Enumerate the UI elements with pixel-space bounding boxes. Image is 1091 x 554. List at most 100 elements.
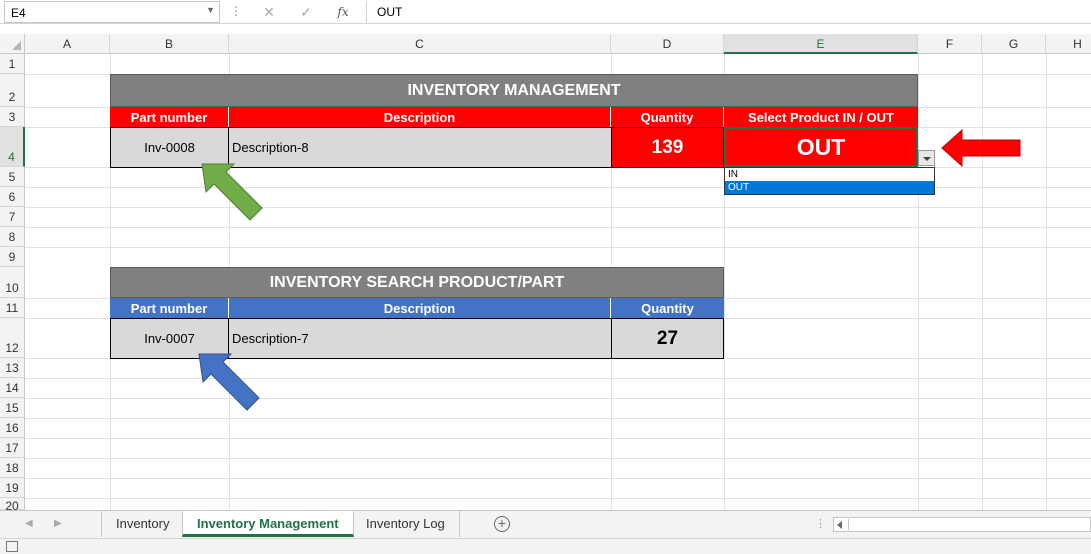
- scrollbar-thumb[interactable]: [848, 519, 1088, 530]
- row-number: 14: [5, 381, 19, 395]
- management-title[interactable]: INVENTORY MANAGEMENT: [110, 74, 918, 107]
- search-quantity-cell[interactable]: 27: [611, 318, 724, 359]
- name-box[interactable]: E4 ▼: [4, 1, 220, 23]
- management-header-quantity[interactable]: Quantity: [611, 107, 724, 127]
- tab-split-grip-icon[interactable]: ⋮: [815, 517, 826, 530]
- row-number: 9: [8, 250, 16, 264]
- column-header-b[interactable]: B: [110, 34, 229, 54]
- row-number: 16: [5, 421, 19, 435]
- column-header-a[interactable]: A: [25, 34, 110, 54]
- row-number: 8: [8, 230, 16, 244]
- row-header-8[interactable]: 8: [0, 227, 25, 247]
- column-header-c[interactable]: C: [229, 34, 611, 54]
- dropdown-option-in[interactable]: IN: [725, 168, 934, 181]
- column-header-h[interactable]: H: [1046, 34, 1091, 54]
- column-header-d[interactable]: D: [611, 34, 724, 54]
- macro-record-icon[interactable]: [6, 541, 18, 552]
- sheet-tab-inventory-log[interactable]: Inventory Log: [352, 511, 460, 537]
- formula-bar-grip-icon: ⋮: [230, 4, 242, 18]
- row-header-19[interactable]: 19: [0, 478, 25, 498]
- row-header-4[interactable]: 4: [0, 127, 25, 167]
- formula-bar: E4 ▼ ⋮ ✕ ✓ fx OUT: [0, 0, 1091, 24]
- row-header-20[interactable]: 20: [0, 498, 25, 510]
- dropdown-option-out[interactable]: OUT: [725, 181, 934, 194]
- gridline: [25, 498, 1091, 499]
- in-out-select-cell[interactable]: OUT: [724, 127, 918, 167]
- gridline: [25, 207, 1091, 208]
- row-header-1[interactable]: 1: [0, 54, 25, 74]
- row-header-13[interactable]: 13: [0, 358, 25, 378]
- management-header-select[interactable]: Select Product IN / OUT: [724, 107, 918, 127]
- gridline: [982, 54, 983, 510]
- row-header-18[interactable]: 18: [0, 458, 25, 478]
- row-header-16[interactable]: 16: [0, 418, 25, 438]
- row-number: 20: [5, 499, 19, 510]
- search-header-part-number[interactable]: Part number: [110, 298, 229, 318]
- gridline: [25, 478, 1091, 479]
- row-header-14[interactable]: 14: [0, 378, 25, 398]
- in-out-dropdown-list[interactable]: IN OUT: [724, 167, 935, 195]
- gridline: [25, 247, 1091, 248]
- row-number: 5: [8, 170, 16, 184]
- row-header-9[interactable]: 9: [0, 247, 25, 267]
- row-header-11[interactable]: 11: [0, 298, 25, 318]
- row-number: 3: [8, 110, 16, 124]
- search-header-description[interactable]: Description: [229, 298, 611, 318]
- search-header-quantity[interactable]: Quantity: [611, 298, 724, 318]
- row-number: 10: [5, 281, 19, 295]
- row-number: 15: [5, 401, 19, 415]
- gridline: [25, 438, 1091, 439]
- row-number: 19: [5, 481, 19, 495]
- cancel-icon[interactable]: ✕: [260, 3, 278, 21]
- gridline: [25, 418, 1091, 419]
- row-number: 6: [8, 190, 16, 204]
- worksheet-grid[interactable]: A B C D E F G H 1 2 3 4 5 6 7 8 9 10 11 …: [0, 34, 1091, 510]
- row-header-15[interactable]: 15: [0, 398, 25, 418]
- column-header-g[interactable]: G: [982, 34, 1046, 54]
- management-header-description[interactable]: Description: [229, 107, 611, 127]
- enter-icon[interactable]: ✓: [297, 3, 315, 21]
- row-number: 17: [5, 441, 19, 455]
- row-header-7[interactable]: 7: [0, 207, 25, 227]
- gridline: [25, 378, 1091, 379]
- column-header-e[interactable]: E: [724, 34, 918, 54]
- search-description-cell[interactable]: Description-7: [228, 318, 612, 359]
- name-box-dropdown-icon[interactable]: ▼: [206, 5, 215, 15]
- formula-input[interactable]: OUT: [366, 1, 1091, 23]
- row-header-2[interactable]: 2: [0, 74, 25, 107]
- blue-arrow-icon: [198, 353, 260, 411]
- row-number: 7: [8, 210, 16, 224]
- management-header-part-number[interactable]: Part number: [110, 107, 229, 127]
- horizontal-scrollbar[interactable]: [833, 517, 1091, 532]
- row-number: 2: [8, 90, 16, 104]
- red-arrow-icon: [941, 128, 1021, 168]
- row-number: 1: [8, 57, 16, 71]
- row-header-5[interactable]: 5: [0, 167, 25, 187]
- scroll-tabs-right-icon[interactable]: ▶: [54, 518, 62, 529]
- select-all-corner[interactable]: [0, 34, 25, 54]
- add-sheet-icon[interactable]: +: [494, 516, 510, 532]
- row-header-10[interactable]: 10: [0, 267, 25, 298]
- management-description-cell[interactable]: Description-8: [228, 127, 612, 168]
- gridline: [918, 54, 919, 510]
- gridline: [25, 227, 1091, 228]
- search-title[interactable]: INVENTORY SEARCH PRODUCT/PART: [110, 267, 724, 298]
- row-header-6[interactable]: 6: [0, 187, 25, 207]
- row-header-3[interactable]: 3: [0, 107, 25, 127]
- row-number: 11: [5, 301, 19, 315]
- row-number: 13: [5, 361, 19, 375]
- row-header-12[interactable]: 12: [0, 318, 25, 358]
- name-box-value: E4: [11, 6, 26, 20]
- insert-function-icon[interactable]: fx: [334, 3, 352, 21]
- sheet-tab-inventory-management[interactable]: Inventory Management: [182, 511, 354, 537]
- gridline: [25, 458, 1091, 459]
- sheet-tab-bar: ◀ ▶ Inventory Inventory Management Inven…: [0, 510, 1091, 538]
- row-number: 4: [8, 150, 15, 164]
- status-bar: [0, 538, 1091, 554]
- management-quantity-cell[interactable]: 139: [611, 127, 724, 168]
- scroll-tabs-left-icon[interactable]: ◀: [25, 518, 33, 529]
- sheet-tab-inventory[interactable]: Inventory: [101, 511, 185, 537]
- column-header-f[interactable]: F: [918, 34, 982, 54]
- row-header-17[interactable]: 17: [0, 438, 25, 458]
- dropdown-arrow-icon[interactable]: [918, 150, 935, 166]
